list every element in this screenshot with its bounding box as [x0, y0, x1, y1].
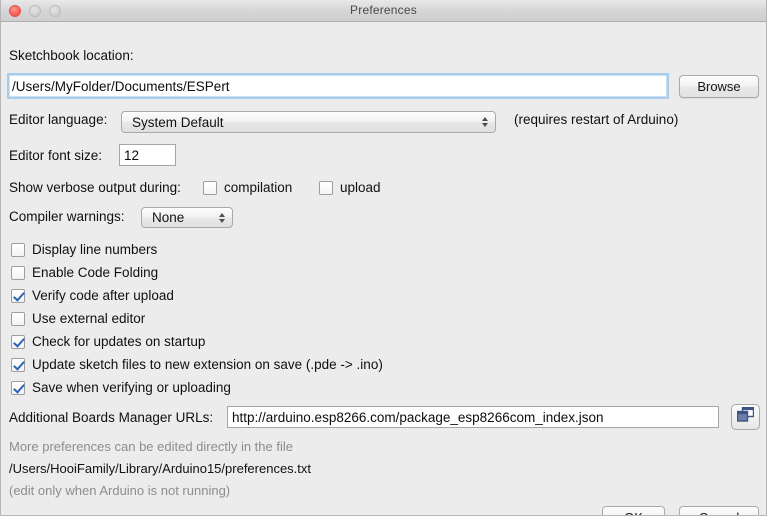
editor-language-hint-row: (requires restart of Arduino) — [514, 112, 678, 127]
editor-language-row: Editor language: — [9, 112, 107, 127]
check-for-updates-on-startup-checkbox[interactable] — [11, 335, 25, 349]
verbose-upload-label: upload — [340, 180, 381, 195]
enable-code-folding-checkbox[interactable] — [11, 266, 25, 280]
checkbox-row-update-sketch-files[interactable]: Update sketch files to new extension on … — [11, 357, 383, 372]
title-bar: Preferences — [1, 0, 766, 22]
chevron-updown-icon — [482, 117, 488, 127]
windows-icon — [737, 407, 754, 427]
save-when-verifying-label: Save when verifying or uploading — [32, 380, 231, 395]
preferences-content: Sketchbook location: Browse Editor langu… — [1, 22, 766, 515]
verbose-output-label: Show verbose output during: — [9, 180, 181, 195]
checkbox-row-check-for-updates-on-startup[interactable]: Check for updates on startup — [11, 334, 205, 349]
verbose-upload-checkbox-row[interactable]: upload — [319, 180, 381, 195]
editor-font-size-input[interactable] — [119, 144, 176, 166]
boards-manager-urls-row: Additional Boards Manager URLs: — [9, 410, 213, 425]
enable-code-folding-label: Enable Code Folding — [32, 265, 158, 280]
ok-button[interactable]: OK — [602, 506, 665, 516]
update-sketch-files-label: Update sketch files to new extension on … — [32, 357, 383, 372]
use-external-editor-label: Use external editor — [32, 311, 145, 326]
verbose-output-row: Show verbose output during: — [9, 180, 181, 195]
browse-button[interactable]: Browse — [679, 75, 759, 98]
editor-language-hint: (requires restart of Arduino) — [514, 112, 678, 127]
sketchbook-location-label: Sketchbook location: — [9, 48, 134, 63]
compiler-warnings-value: None — [142, 210, 184, 225]
chevron-updown-icon — [219, 213, 225, 223]
window-title: Preferences — [1, 3, 766, 17]
update-sketch-files-checkbox[interactable] — [11, 358, 25, 372]
verbose-compilation-label: compilation — [224, 180, 292, 195]
save-when-verifying-checkbox[interactable] — [11, 381, 25, 395]
verbose-upload-checkbox[interactable] — [319, 181, 333, 195]
sketchbook-location-input[interactable] — [7, 73, 669, 99]
editor-language-label: Editor language: — [9, 112, 107, 127]
boards-manager-urls-label: Additional Boards Manager URLs: — [9, 410, 213, 425]
compiler-warnings-label: Compiler warnings: — [9, 209, 125, 224]
check-for-updates-on-startup-label: Check for updates on startup — [32, 334, 205, 349]
verify-code-after-upload-checkbox[interactable] — [11, 289, 25, 303]
editor-language-value: System Default — [122, 115, 224, 130]
boards-manager-urls-expand-button[interactable] — [731, 404, 760, 430]
verbose-compilation-checkbox[interactable] — [203, 181, 217, 195]
checkbox-row-enable-code-folding[interactable]: Enable Code Folding — [11, 265, 158, 280]
editor-font-size-label: Editor font size: — [9, 148, 102, 163]
display-line-numbers-checkbox[interactable] — [11, 243, 25, 257]
verify-code-after-upload-label: Verify code after upload — [32, 288, 174, 303]
cancel-button[interactable]: Cancel — [679, 506, 759, 516]
preferences-window: Preferences Sketchbook location: Browse … — [0, 0, 767, 516]
compiler-warnings-select[interactable]: None — [141, 207, 233, 228]
footer-note-line3: (edit only when Arduino is not running) — [9, 483, 230, 498]
footer-note-line1: More preferences can be edited directly … — [9, 439, 293, 454]
editor-language-select[interactable]: System Default — [121, 111, 496, 133]
compiler-warnings-row: Compiler warnings: — [9, 209, 125, 224]
use-external-editor-checkbox[interactable] — [11, 312, 25, 326]
footer-preferences-path: /Users/HooiFamily/Library/Arduino15/pref… — [9, 461, 311, 476]
display-line-numbers-label: Display line numbers — [32, 242, 157, 257]
checkbox-row-display-line-numbers[interactable]: Display line numbers — [11, 242, 157, 257]
verbose-compilation-checkbox-row[interactable]: compilation — [203, 180, 292, 195]
editor-font-size-row: Editor font size: — [9, 148, 102, 163]
checkbox-row-use-external-editor[interactable]: Use external editor — [11, 311, 145, 326]
checkbox-row-save-when-verifying[interactable]: Save when verifying or uploading — [11, 380, 231, 395]
boards-manager-urls-input[interactable] — [227, 406, 719, 428]
sketchbook-location-row: Sketchbook location: — [9, 48, 134, 63]
checkbox-row-verify-code-after-upload[interactable]: Verify code after upload — [11, 288, 174, 303]
